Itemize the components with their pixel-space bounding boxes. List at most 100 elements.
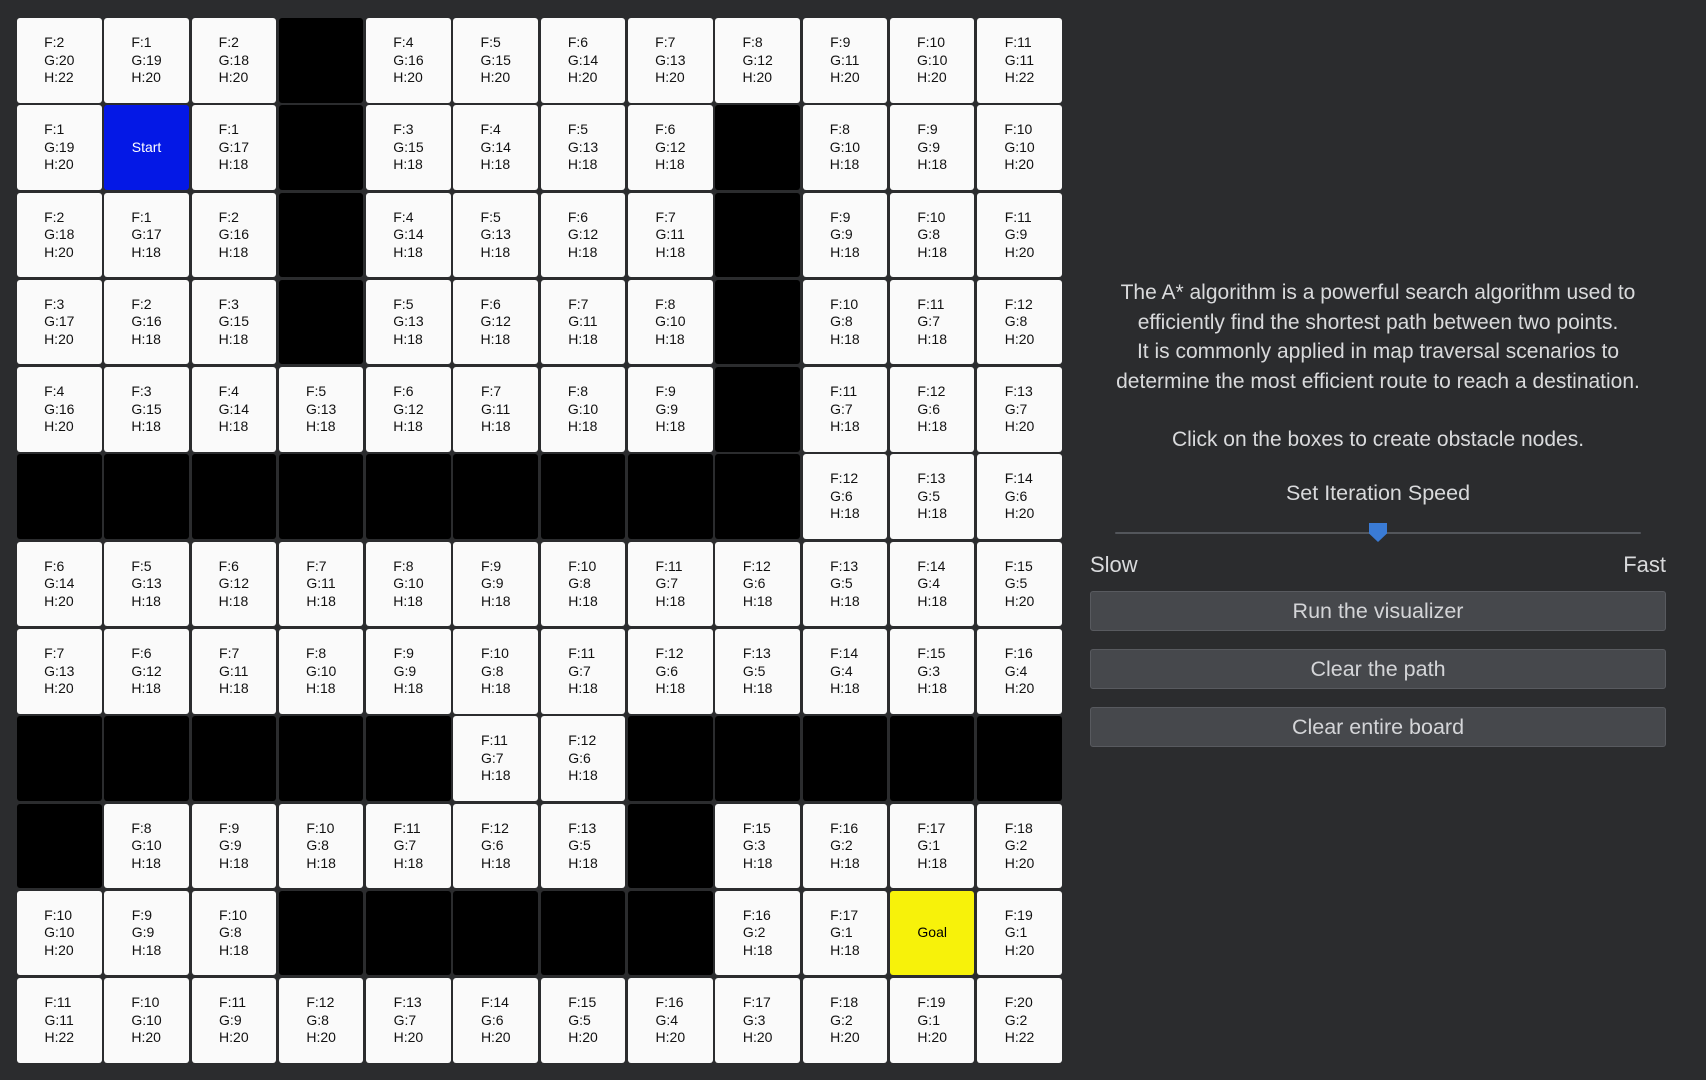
grid-cell[interactable]: F:5 G:15 H:20 [453, 18, 538, 103]
grid-cell[interactable]: F:9 G:9 H:18 [191, 803, 277, 889]
grid-cell[interactable]: F:13 G:5 H:18 [889, 454, 975, 539]
grid-cell-obstacle[interactable] [278, 279, 364, 365]
grid-cell[interactable]: F:12 G:8 H:20 [977, 279, 1062, 365]
grid-cell[interactable]: F:11 G:7 H:18 [366, 803, 451, 889]
grid-cell[interactable]: F:13 G:7 H:20 [977, 367, 1062, 452]
grid-cell[interactable]: F:10 G:10 H:20 [889, 18, 975, 103]
grid-cell-obstacle[interactable] [278, 454, 364, 539]
grid-cell-obstacle[interactable] [278, 192, 364, 278]
grid-cell[interactable]: F:18 G:2 H:20 [802, 978, 888, 1063]
grid-cell[interactable]: F:15 G:5 H:20 [977, 541, 1062, 627]
grid-cell[interactable]: F:11 G:7 H:18 [628, 541, 713, 627]
grid-cell[interactable]: F:12 G:8 H:20 [278, 978, 364, 1063]
grid-cell[interactable]: F:7 G:13 H:20 [628, 18, 713, 103]
grid-cell[interactable]: F:7 G:11 H:18 [191, 629, 277, 714]
clear-board-button[interactable]: Clear entire board [1090, 707, 1666, 747]
grid-cell-obstacle[interactable] [278, 716, 364, 801]
grid-cell[interactable]: F:6 G:12 H:18 [366, 367, 451, 452]
grid-cell[interactable]: F:8 G:10 H:18 [104, 803, 189, 889]
grid-cell[interactable]: F:8 G:12 H:20 [715, 18, 800, 103]
grid-cell[interactable]: F:8 G:10 H:18 [366, 541, 451, 627]
grid-cell[interactable]: F:17 G:1 H:18 [802, 890, 888, 976]
grid-cell[interactable]: F:9 G:9 H:18 [889, 105, 975, 190]
grid-cell[interactable]: F:15 G:3 H:18 [715, 803, 800, 889]
grid-cell[interactable]: F:2 G:16 H:18 [191, 192, 277, 278]
grid-cell-obstacle[interactable] [278, 18, 364, 103]
grid-cell[interactable]: F:11 G:7 H:18 [540, 629, 626, 714]
grid-cell[interactable]: F:8 G:10 H:18 [278, 629, 364, 714]
grid-cell[interactable]: F:6 G:12 H:18 [191, 541, 277, 627]
grid-cell[interactable]: F:15 G:3 H:18 [889, 629, 975, 714]
grid-cell[interactable]: F:17 G:1 H:18 [889, 803, 975, 889]
grid-cell[interactable]: F:7 G:11 H:18 [453, 367, 538, 452]
grid-cell[interactable]: F:8 G:10 H:18 [802, 105, 888, 190]
grid-cell[interactable]: F:9 G:9 H:18 [453, 541, 538, 627]
grid-cell[interactable]: F:8 G:10 H:18 [540, 367, 626, 452]
grid-cell[interactable]: F:19 G:1 H:20 [889, 978, 975, 1063]
grid-cell[interactable]: F:2 G:18 H:20 [17, 192, 102, 278]
grid-cell-obstacle[interactable] [802, 716, 888, 801]
grid-cell-obstacle[interactable] [715, 192, 800, 278]
grid-cell[interactable]: F:12 G:6 H:18 [802, 454, 888, 539]
grid-cell[interactable]: F:5 G:13 H:18 [366, 279, 451, 365]
grid-cell[interactable]: F:10 G:8 H:18 [889, 192, 975, 278]
grid-cell[interactable]: F:5 G:13 H:18 [278, 367, 364, 452]
grid-cell-obstacle[interactable] [628, 890, 713, 976]
grid-cell[interactable]: F:11 G:11 H:22 [17, 978, 102, 1063]
grid-cell-obstacle[interactable] [17, 803, 102, 889]
grid-cell[interactable]: F:11 G:9 H:20 [977, 192, 1062, 278]
grid-cell[interactable]: F:17 G:3 H:20 [715, 978, 800, 1063]
grid-cell[interactable]: F:1 G:19 H:20 [104, 18, 189, 103]
grid-cell-start[interactable]: Start [104, 105, 189, 190]
grid-cell[interactable]: F:19 G:1 H:20 [977, 890, 1062, 976]
grid-cell-obstacle[interactable] [366, 454, 451, 539]
grid-cell-obstacle[interactable] [715, 367, 800, 452]
grid-cell[interactable]: F:10 G:10 H:20 [104, 978, 189, 1063]
grid-cell-obstacle[interactable] [628, 716, 713, 801]
grid-cell[interactable]: F:2 G:18 H:20 [191, 18, 277, 103]
grid-cell[interactable]: F:4 G:16 H:20 [17, 367, 102, 452]
grid-cell[interactable]: F:13 G:7 H:20 [366, 978, 451, 1063]
grid-cell-obstacle[interactable] [366, 890, 451, 976]
grid-cell[interactable]: F:7 G:11 H:18 [278, 541, 364, 627]
grid-cell[interactable]: F:9 G:11 H:20 [802, 18, 888, 103]
grid-cell-goal[interactable]: Goal [889, 890, 975, 976]
grid-cell-obstacle[interactable] [278, 105, 364, 190]
grid-cell[interactable]: F:16 G:4 H:20 [628, 978, 713, 1063]
grid-cell[interactable]: F:2 G:16 H:18 [104, 279, 189, 365]
grid-cell[interactable]: F:4 G:16 H:20 [366, 18, 451, 103]
grid-cell-obstacle[interactable] [104, 454, 189, 539]
grid-cell[interactable]: F:4 G:14 H:18 [191, 367, 277, 452]
grid-cell[interactable]: F:9 G:9 H:18 [628, 367, 713, 452]
grid-cell[interactable]: F:9 G:9 H:18 [802, 192, 888, 278]
grid-cell-obstacle[interactable] [977, 716, 1062, 801]
grid-cell[interactable]: F:14 G:6 H:20 [977, 454, 1062, 539]
grid-cell-obstacle[interactable] [453, 454, 538, 539]
grid-cell[interactable]: F:7 G:13 H:20 [17, 629, 102, 714]
grid-cell[interactable]: F:16 G:2 H:18 [715, 890, 800, 976]
grid-cell[interactable]: F:12 G:6 H:18 [889, 367, 975, 452]
grid-cell[interactable]: F:6 G:12 H:18 [453, 279, 538, 365]
grid-cell[interactable]: F:12 G:6 H:18 [540, 716, 626, 801]
grid-cell[interactable]: F:10 G:8 H:18 [191, 890, 277, 976]
grid-cell[interactable]: F:9 G:9 H:18 [366, 629, 451, 714]
grid-cell[interactable]: F:5 G:13 H:18 [540, 105, 626, 190]
grid-cell-obstacle[interactable] [715, 454, 800, 539]
run-visualizer-button[interactable]: Run the visualizer [1090, 591, 1666, 631]
grid-cell-obstacle[interactable] [17, 454, 102, 539]
grid-cell[interactable]: F:1 G:19 H:20 [17, 105, 102, 190]
grid-cell[interactable]: F:10 G:8 H:18 [802, 279, 888, 365]
grid-cell[interactable]: F:11 G:9 H:20 [191, 978, 277, 1063]
grid-cell[interactable]: F:9 G:9 H:18 [104, 890, 189, 976]
grid-cell[interactable]: F:6 G:14 H:20 [540, 18, 626, 103]
grid-cell-obstacle[interactable] [453, 890, 538, 976]
grid-cell[interactable]: F:11 G:7 H:18 [889, 279, 975, 365]
grid-cell[interactable]: F:4 G:14 H:18 [366, 192, 451, 278]
grid-cell[interactable]: F:7 G:11 H:18 [540, 279, 626, 365]
grid-cell[interactable]: F:6 G:12 H:18 [104, 629, 189, 714]
grid-cell[interactable]: F:14 G:6 H:20 [453, 978, 538, 1063]
grid-cell-obstacle[interactable] [278, 890, 364, 976]
grid-cell[interactable]: F:15 G:5 H:20 [540, 978, 626, 1063]
grid-cell-obstacle[interactable] [191, 454, 277, 539]
grid-cell[interactable]: F:12 G:6 H:18 [453, 803, 538, 889]
